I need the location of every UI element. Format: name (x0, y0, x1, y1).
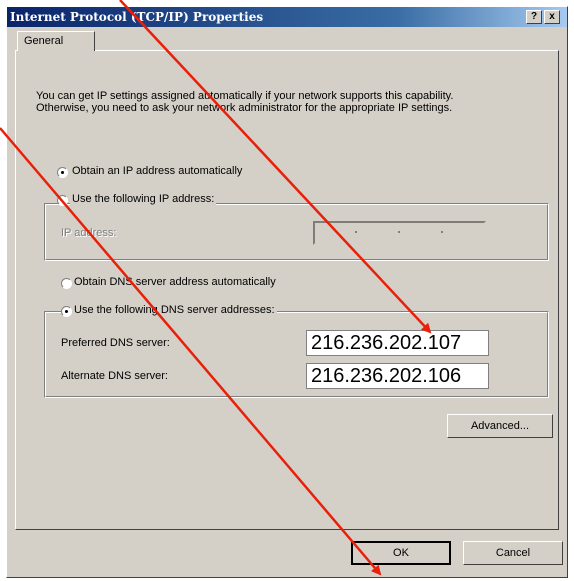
general-panel (15, 50, 559, 530)
tab-general-label: General (24, 35, 64, 47)
alternate-dns-field[interactable]: 216.236.202.106 (306, 363, 489, 389)
preferred-dns-field[interactable]: 216.236.202.107 (306, 330, 489, 356)
ok-button[interactable]: OK (351, 541, 451, 565)
use-following-dns-radio[interactable] (61, 306, 72, 317)
ip-dot-2 (398, 231, 400, 233)
help-button[interactable]: ? (526, 10, 542, 24)
ip-dot-1 (355, 231, 357, 233)
intro-text: You can get IP settings assigned automat… (36, 90, 454, 114)
title-bar: Internet Protocol (TCP/IP) Properties ? … (7, 7, 567, 27)
use-following-ip-label[interactable]: Use the following IP address: (70, 193, 217, 205)
window-title: Internet Protocol (TCP/IP) Properties (10, 10, 264, 24)
alternate-dns-label: Alternate DNS server: (61, 370, 168, 382)
ip-address-field (313, 221, 486, 245)
obtain-dns-auto-radio[interactable] (61, 278, 72, 289)
advanced-button[interactable]: Advanced... (447, 414, 553, 438)
obtain-dns-auto-label[interactable]: Obtain DNS server address automatically (72, 276, 278, 288)
preferred-dns-value: 216.236.202.107 (311, 332, 462, 354)
ip-address-label: IP address: (61, 227, 117, 239)
alternate-dns-value: 216.236.202.106 (311, 365, 462, 387)
use-following-ip-radio[interactable] (57, 195, 68, 206)
use-following-dns-label[interactable]: Use the following DNS server addresses: (72, 304, 277, 316)
tab-general[interactable]: General (17, 31, 95, 51)
ip-dot-3 (441, 231, 443, 233)
preferred-dns-label: Preferred DNS server: (61, 337, 170, 349)
cancel-button[interactable]: Cancel (463, 541, 563, 565)
obtain-ip-auto-radio[interactable] (57, 167, 68, 178)
close-button[interactable]: x (544, 10, 560, 24)
obtain-ip-auto-label[interactable]: Obtain an IP address automatically (70, 165, 245, 177)
